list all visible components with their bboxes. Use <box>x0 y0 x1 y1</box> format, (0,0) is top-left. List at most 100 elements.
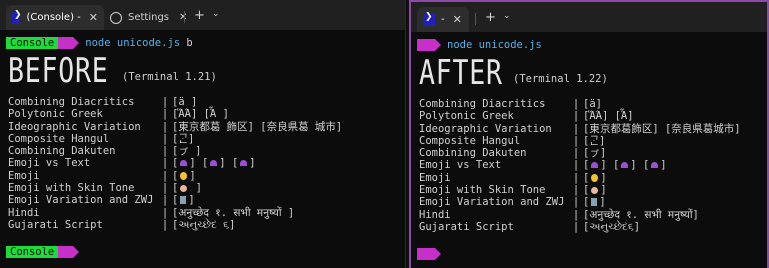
close-icon[interactable]: ✕ <box>89 11 98 24</box>
row-value: [ᄀᆞᆫ] <box>172 132 195 145</box>
version-label: (Terminal 1.21) <box>122 71 217 83</box>
row-value: [ἍΆ] [Ἇ] <box>583 110 634 123</box>
table-row: Emoji vs Text |[] [] [] <box>419 159 741 171</box>
table-row: Emoji with Skin Tone |[ ] <box>8 182 342 194</box>
terminal-output[interactable]: Console node unicode.js b BEFORE (Termin… <box>0 30 405 268</box>
row-divider: | <box>161 157 169 170</box>
row-label: Composite Hangul <box>419 134 521 147</box>
table-row: Hindi | [अनुच्छेद १. सभी मनुष्यों] <box>419 209 741 221</box>
umbrella-icon <box>591 162 599 169</box>
close-icon[interactable]: ✕ <box>453 13 462 26</box>
row-value: [] [] [] <box>583 159 667 172</box>
table-row: Composite Hangul | [ᄀᆞᆫ] <box>8 133 342 145</box>
face-emoji-icon <box>591 173 599 182</box>
row-value: [] <box>583 196 606 209</box>
skin-tone-emoji-icon <box>180 184 188 192</box>
row-divider: | <box>572 184 580 197</box>
row-divider: | <box>572 122 580 135</box>
table-row: Emoji |[] <box>419 172 741 184</box>
zwj-emoji-icon <box>180 196 187 205</box>
row-label: Gujarati Script <box>8 218 103 231</box>
row-divider: | <box>572 159 580 172</box>
row-divider: | <box>161 96 169 108</box>
table-row: Ideographic Variation | [東京都葛飾区] [奈良県葛城市] <box>419 123 741 135</box>
powershell-icon <box>12 10 22 24</box>
tab-bar: - ✕ + ⌄ <box>411 2 767 32</box>
chevron-down-icon[interactable]: ⌄ <box>503 11 511 21</box>
prompt-segment <box>58 37 80 49</box>
row-label: Ideographic Variation <box>419 122 552 135</box>
command: node unicode.js <box>85 37 181 49</box>
row-label: Combining Dakuten <box>8 145 116 158</box>
terminal-window-after: - ✕ + ⌄ node unicode.js AFTER (Terminal … <box>409 0 769 268</box>
table-row: Emoji |[] <box>8 170 342 182</box>
row-divider: | <box>572 220 580 233</box>
prompt-segment <box>417 248 441 260</box>
row-divider: | <box>161 145 169 158</box>
row-value: [] <box>172 194 195 207</box>
big-title: AFTER <box>419 53 503 93</box>
row-label: Hindi <box>8 206 40 219</box>
command-text: node unicode.js b <box>85 37 192 49</box>
row-label: Emoji with Skin Tone <box>419 184 546 197</box>
plus-icon[interactable]: + <box>485 10 496 25</box>
table-row: Composite Hangul | [ᄀᆞᆫ] <box>419 135 741 147</box>
command-arg: b <box>186 37 193 49</box>
row-label: Emoji vs Text <box>419 159 502 172</box>
row-divider: | <box>572 98 580 110</box>
face-emoji-icon <box>180 171 188 180</box>
row-value: [東京都葛飾区] [奈良県葛城市] <box>583 122 741 135</box>
big-title: BEFORE <box>8 51 109 91</box>
tab-divider <box>475 13 476 25</box>
row-value: [ἍΆ] [Ἇ ] <box>172 108 229 121</box>
prompt-line: node unicode.js <box>417 39 542 51</box>
row-label: Emoji with Skin Tone <box>8 182 135 195</box>
chevron-down-icon[interactable]: ⌄ <box>212 9 220 19</box>
row-value: [] <box>583 171 607 184</box>
row-label: Ideographic Variation <box>8 120 141 133</box>
unicode-table: Combining Diacritics | [ä] Polytonic Greek… <box>419 98 741 233</box>
prompt-line-bottom <box>417 248 441 260</box>
row-value: [東京都葛 飾区] [奈良県葛 城市] <box>172 120 343 133</box>
tab-settings[interactable]: Settings ✕ <box>110 5 187 30</box>
table-row: Emoji with Skin Tone |[] <box>419 184 741 196</box>
version-label: (Terminal 1.22) <box>513 73 608 85</box>
prompt-line: Console node unicode.js b <box>6 37 193 49</box>
table-row: Combining Diacritics | [ä] <box>419 98 741 110</box>
terminal-output[interactable]: node unicode.js AFTER (Terminal 1.22) Co… <box>411 32 767 268</box>
row-value: [] <box>172 169 196 182</box>
table-row: Hindi | [अनुच्छेद १. सभी मनुष्यों ] <box>8 207 342 219</box>
table-row: Ideographic Variation | [東京都葛 飾区] [奈良県葛 城市… <box>8 121 342 133</box>
row-value: [ä ] <box>172 96 198 108</box>
command: node unicode.js <box>447 39 542 51</box>
table-row: Combining Dakuten | [ㇷ゚ ] <box>8 145 342 157</box>
row-label: Hindi <box>419 208 451 221</box>
tab-console[interactable]: (Console) - ✕ <box>6 5 104 30</box>
table-row: Polytonic Greek | [ἍΆ] [Ἇ ] <box>8 108 342 120</box>
prompt-segment <box>58 246 80 258</box>
skin-tone-emoji-icon <box>591 186 599 194</box>
table-row: Combining Dakuten | [ㇷ゚] <box>419 147 741 159</box>
row-divider: | <box>572 171 580 184</box>
row-label: Emoji Variation and ZWJ <box>419 196 565 209</box>
row-divider: | <box>161 108 169 121</box>
row-value: [અનુચ્છેદ ૬] <box>172 218 236 231</box>
row-label: Polytonic Greek <box>8 108 103 121</box>
table-row: Emoji Variation and ZWJ |[] <box>419 196 741 208</box>
table-row: Gujarati Script | [અનુચ્છેદ૬] <box>419 221 741 233</box>
umbrella-icon <box>621 162 629 169</box>
row-divider: | <box>572 147 580 160</box>
umbrella-icon <box>180 160 188 167</box>
table-row: Combining Diacritics | [ä ] <box>8 96 342 108</box>
plus-icon[interactable]: + <box>194 8 205 23</box>
powershell-icon <box>423 12 435 26</box>
tab-console[interactable]: - ✕ <box>417 7 469 32</box>
row-value: [ㇷ゚ ] <box>172 145 202 158</box>
prompt-label: Console <box>6 246 59 258</box>
row-divider: | <box>161 206 169 219</box>
row-value: [अनुच्छेद १. सभी मनुष्यों ] <box>172 206 295 219</box>
row-label: Emoji <box>8 169 40 182</box>
row-divider: | <box>572 110 580 123</box>
row-divider: | <box>161 194 169 207</box>
table-row: Emoji Variation and ZWJ |[] <box>8 194 342 206</box>
